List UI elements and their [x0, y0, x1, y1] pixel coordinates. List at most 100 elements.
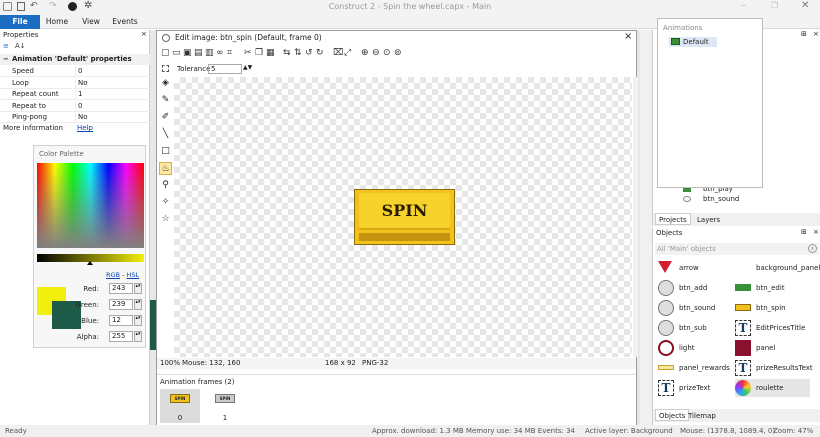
maximize-icon[interactable]: ❐ — [771, 1, 778, 10]
layout-scrollbar[interactable] — [640, 30, 652, 425]
tab-file[interactable]: File — [0, 15, 40, 29]
object-item[interactable]: btn_spin — [735, 299, 810, 317]
editor-zoom: 100% — [160, 359, 181, 367]
flip-h-icon[interactable]: ⇆ — [283, 47, 291, 59]
editor-title: Edit image: btn_spin (Default, frame 0) — [175, 33, 322, 42]
collapse-icon[interactable]: − — [3, 54, 9, 65]
tab-projects[interactable]: Projects — [655, 213, 691, 225]
resize-icon[interactable]: ⤢ — [344, 47, 351, 59]
rotate-right-icon[interactable]: ↻ — [316, 47, 324, 59]
sort-alpha-icon[interactable]: A↓ — [15, 42, 26, 50]
object-item[interactable]: background_panel — [735, 259, 820, 277]
object-item[interactable]: btn_sub — [658, 319, 733, 337]
flip-v-icon[interactable]: ⇅ — [294, 47, 302, 59]
minimize-icon[interactable]: ─ — [741, 1, 746, 10]
filter-toggle-icon[interactable]: › — [808, 244, 817, 253]
tab-layers[interactable]: Layers — [697, 214, 720, 226]
eraser-icon[interactable]: ◈ — [159, 77, 172, 90]
hsl-link[interactable]: HSL — [127, 271, 140, 279]
help-link[interactable]: Help — [77, 123, 93, 134]
close-window-icon[interactable]: ✕ — [801, 0, 809, 11]
frame-0[interactable]: SPIN 0 — [160, 389, 200, 423]
property-row[interactable]: Ping-pong No — [0, 112, 150, 123]
object-item[interactable]: btn_add — [658, 279, 733, 297]
tolerance-spinner-icon[interactable]: ▲▼ — [243, 64, 252, 71]
object-item[interactable]: T EditPricesTitle — [735, 319, 810, 337]
editor-close-icon[interactable]: × — [624, 31, 632, 42]
object-item[interactable]: roulette — [735, 379, 810, 397]
objects-pin-icon[interactable]: ⊞ — [801, 228, 807, 236]
rectangle-icon[interactable]: □ — [159, 145, 172, 158]
import-icon[interactable]: ▤ — [194, 47, 203, 59]
tab-objects[interactable]: Objects — [655, 409, 690, 421]
project-close-icon[interactable]: × — [813, 30, 819, 38]
object-item[interactable]: light — [658, 339, 733, 357]
object-item[interactable]: btn_edit — [735, 279, 810, 297]
save-icon[interactable]: ▣ — [183, 47, 192, 59]
zoom-fit-icon[interactable]: ⊙ — [383, 47, 391, 59]
green-input[interactable]: 239 — [109, 299, 133, 310]
export-icon[interactable]: ▥ — [205, 47, 214, 59]
frame-1[interactable]: SPIN 1 — [205, 389, 245, 423]
property-row[interactable]: Speed 0 — [0, 66, 150, 77]
origin-icon[interactable]: ✧ — [159, 196, 172, 209]
cut-icon[interactable]: ✂ — [244, 47, 252, 59]
objects-close-icon[interactable]: × — [813, 228, 819, 236]
canvas-scrollbar[interactable] — [633, 77, 638, 357]
object-item[interactable]: arrow — [658, 259, 733, 277]
open-icon[interactable]: ▭ — [172, 47, 181, 59]
objects-filter[interactable]: All 'Main' objects — [655, 243, 819, 255]
editor-toolbar: ▢ ▭ ▣ ▤ ▥ ∞ ⌗ ✂ ❐ ▦ ⇆ ⇅ ↺ ↻ ⌧ ⤢ ⊕ ⊖ ⊙ ⊚ — [157, 46, 636, 60]
object-label: btn_edit — [756, 284, 785, 292]
animation-item-default[interactable]: Default — [669, 37, 717, 47]
spin-sprite: SPIN — [354, 189, 455, 245]
paste-icon[interactable]: ▦ — [266, 47, 275, 59]
object-item[interactable]: panel_rewards — [658, 359, 733, 377]
star-icon[interactable]: ☆ — [159, 213, 172, 226]
fill-icon[interactable]: ♨ — [159, 162, 172, 175]
object-icon — [735, 380, 751, 396]
zoom-out-icon[interactable]: ⊖ — [372, 47, 380, 59]
eyedropper-icon[interactable]: ⚲ — [159, 179, 172, 192]
copy-icon[interactable]: ❐ — [255, 47, 263, 59]
rgb-link[interactable]: RGB — [106, 271, 120, 279]
object-item[interactable]: TprizeResultsText — [735, 359, 813, 377]
pencil-icon[interactable]: ✎ — [159, 94, 172, 107]
alpha-spinner-icon[interactable]: ▴▾ — [134, 331, 142, 342]
alpha-input[interactable]: 255 — [109, 331, 133, 342]
new-icon[interactable]: ▢ — [161, 47, 170, 59]
color-spectrum[interactable] — [37, 163, 144, 248]
red-spinner-icon[interactable]: ▴▾ — [134, 283, 142, 294]
sort-category-icon[interactable]: ≡ — [3, 42, 9, 50]
tab-view[interactable]: View — [77, 15, 105, 29]
line-icon[interactable]: ╲ — [159, 128, 172, 141]
tab-events[interactable]: Events — [110, 15, 140, 29]
image-size: 168 x 92 — [325, 359, 356, 367]
selection-mode-icon[interactable] — [162, 65, 169, 72]
crop-icon[interactable]: ⌗ — [227, 47, 232, 59]
tolerance-input[interactable]: 5 — [208, 64, 242, 74]
tab-home[interactable]: Home — [42, 15, 72, 29]
property-row[interactable]: Loop No — [0, 77, 150, 89]
zoom-in-icon[interactable]: ⊕ — [361, 47, 369, 59]
object-item[interactable]: TprizeText — [658, 379, 733, 397]
red-input[interactable]: 243 — [109, 283, 133, 294]
slider-marker-icon[interactable] — [87, 261, 93, 265]
panel-close-icon[interactable]: × — [141, 30, 147, 38]
tab-tilemap[interactable]: Tilemap — [688, 410, 716, 422]
crop-canvas-icon[interactable]: ⌧ — [333, 47, 343, 59]
project-pin-icon[interactable]: ⊞ — [801, 30, 807, 38]
green-spinner-icon[interactable]: ▴▾ — [134, 299, 142, 310]
property-row[interactable]: Repeat to 0 — [0, 100, 150, 112]
object-item[interactable]: btn_sound — [658, 299, 733, 317]
blue-input[interactable]: 12 — [109, 315, 133, 326]
property-row[interactable]: Repeat count 1 — [0, 89, 150, 100]
rotate-left-icon[interactable]: ↺ — [305, 47, 313, 59]
zoom-actual-icon[interactable]: ⊚ — [394, 47, 402, 59]
more-info-row: More information Help — [3, 123, 93, 134]
object-item[interactable]: panel — [735, 339, 810, 357]
link-icon[interactable]: ∞ — [216, 47, 224, 59]
brush-icon[interactable]: ✐ — [159, 111, 172, 124]
image-canvas[interactable]: SPIN — [174, 77, 632, 357]
blue-spinner-icon[interactable]: ▴▾ — [134, 315, 142, 326]
